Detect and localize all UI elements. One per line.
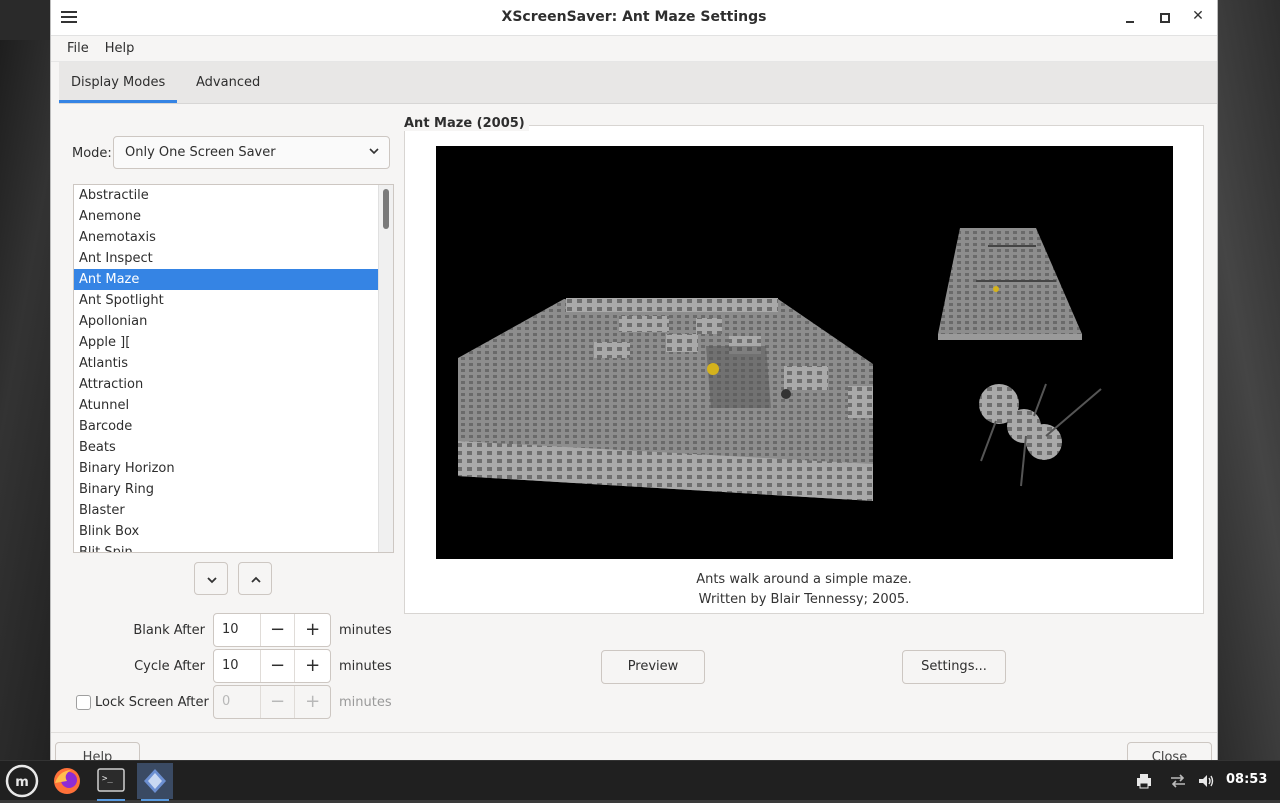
screensaver-list-item[interactable]: Apollonian (74, 311, 378, 332)
screensaver-list-item[interactable]: Ant Spotlight (74, 290, 378, 311)
titlebar: XScreenSaver: Ant Maze Settings ✕ (51, 0, 1217, 36)
close-window-icon[interactable]: ✕ (1187, 8, 1209, 28)
blank-after-label: Blank After (133, 623, 205, 638)
mode-label: Mode: (72, 146, 112, 161)
chevron-down-icon (207, 577, 217, 584)
menu-file[interactable]: File (59, 41, 97, 56)
lock-after-unit: minutes (339, 695, 392, 710)
terminal-icon[interactable]: >_ (93, 763, 129, 801)
scrollbar-thumb[interactable] (383, 189, 389, 229)
mode-dropdown[interactable]: Only One Screen Saver (113, 136, 390, 169)
screensaver-list-item[interactable]: Anemone (74, 206, 378, 227)
move-down-button[interactable] (194, 562, 228, 595)
screensaver-list-item[interactable]: Atunnel (74, 395, 378, 416)
cycle-after-increment[interactable]: + (295, 650, 330, 682)
close-button[interactable]: Close (1127, 742, 1212, 760)
screensaver-list-item[interactable]: Apple ][ (74, 332, 378, 353)
saver-preview (436, 146, 1173, 559)
maximize-icon[interactable] (1153, 8, 1175, 28)
ant-maze-preview-image (458, 228, 1102, 501)
settings-window: XScreenSaver: Ant Maze Settings ✕ File H… (51, 0, 1217, 760)
mode-value: Only One Screen Saver (125, 145, 276, 160)
xscreensaver-icon[interactable] (137, 763, 173, 801)
screensaver-list-item[interactable]: Beats (74, 437, 378, 458)
tab-bar: Display Modes Advanced (59, 62, 1217, 104)
chevron-up-icon (251, 576, 261, 583)
mint-menu-icon[interactable]: m (4, 763, 40, 799)
saver-title: Ant Maze (2005) (404, 116, 529, 131)
move-up-button[interactable] (238, 562, 272, 595)
blank-after-increment[interactable]: + (295, 614, 330, 646)
blank-after-unit: minutes (339, 623, 392, 638)
screensaver-list-item[interactable]: Blit Spin (74, 542, 378, 552)
lock-screen-checkbox[interactable] (76, 695, 91, 710)
saver-credit: Written by Blair Tennessy; 2005. (698, 592, 910, 607)
tab-display-modes[interactable]: Display Modes (59, 62, 178, 103)
help-button[interactable]: Help (55, 742, 140, 760)
svg-text:>_: >_ (102, 774, 113, 784)
list-scrollbar[interactable] (378, 185, 393, 552)
svg-text:m: m (15, 775, 29, 790)
firefox-icon[interactable] (49, 763, 85, 799)
screensaver-list-item[interactable]: Blaster (74, 500, 378, 521)
minimize-icon[interactable] (1119, 8, 1141, 28)
clock[interactable]: 08:53 (1226, 772, 1267, 787)
window-title: XScreenSaver: Ant Maze Settings (501, 9, 767, 25)
lock-after-increment[interactable]: + (295, 686, 330, 718)
printer-icon[interactable] (1134, 771, 1154, 791)
network-icon[interactable] (1168, 771, 1188, 791)
cycle-after-unit: minutes (339, 659, 392, 674)
screensaver-list[interactable]: Abstractile Anemone Anemotaxis Ant Inspect A… (73, 184, 394, 553)
preview-button[interactable]: Preview (601, 650, 705, 684)
screensaver-list-item[interactable]: Blink Box (74, 521, 378, 542)
screensaver-list-item[interactable]: Ant Inspect (74, 248, 378, 269)
screensaver-list-item[interactable]: Atlantis (74, 353, 378, 374)
cycle-after-label: Cycle After (134, 659, 205, 674)
screensaver-list-item[interactable]: Ant Maze (74, 269, 378, 290)
bottom-button-bar (51, 732, 1217, 760)
screensaver-list-item[interactable]: Anemotaxis (74, 227, 378, 248)
tab-advanced[interactable]: Advanced (184, 62, 272, 103)
screensaver-list-item[interactable]: Binary Horizon (74, 458, 378, 479)
lock-after-value[interactable]: 0 (214, 686, 261, 718)
lock-screen-label: Lock Screen After (95, 695, 209, 710)
lock-after-stepper: 0 − + (213, 685, 331, 719)
cycle-after-value[interactable]: 10 (214, 650, 261, 682)
screensaver-list-item[interactable]: Barcode (74, 416, 378, 437)
menubar: File Help (51, 36, 1217, 62)
blank-after-stepper: 10 − + (213, 613, 331, 647)
blank-after-value[interactable]: 10 (214, 614, 261, 646)
volume-icon[interactable] (1196, 771, 1216, 791)
lock-after-decrement[interactable]: − (261, 686, 296, 718)
taskbar: m >_ 08:53 (0, 760, 1280, 801)
chevron-down-icon (369, 148, 379, 155)
saver-description: Ants walk around a simple maze. (696, 572, 912, 587)
settings-button[interactable]: Settings... (902, 650, 1006, 684)
cycle-after-stepper: 10 − + (213, 649, 331, 683)
blank-after-decrement[interactable]: − (261, 614, 296, 646)
screensaver-list-item[interactable]: Attraction (74, 374, 378, 395)
screensaver-list-items: Abstractile Anemone Anemotaxis Ant Inspect A… (74, 185, 378, 552)
screensaver-list-item[interactable]: Abstractile (74, 185, 378, 206)
cycle-after-decrement[interactable]: − (261, 650, 296, 682)
screensaver-list-item[interactable]: Binary Ring (74, 479, 378, 500)
menu-help[interactable]: Help (97, 41, 143, 56)
